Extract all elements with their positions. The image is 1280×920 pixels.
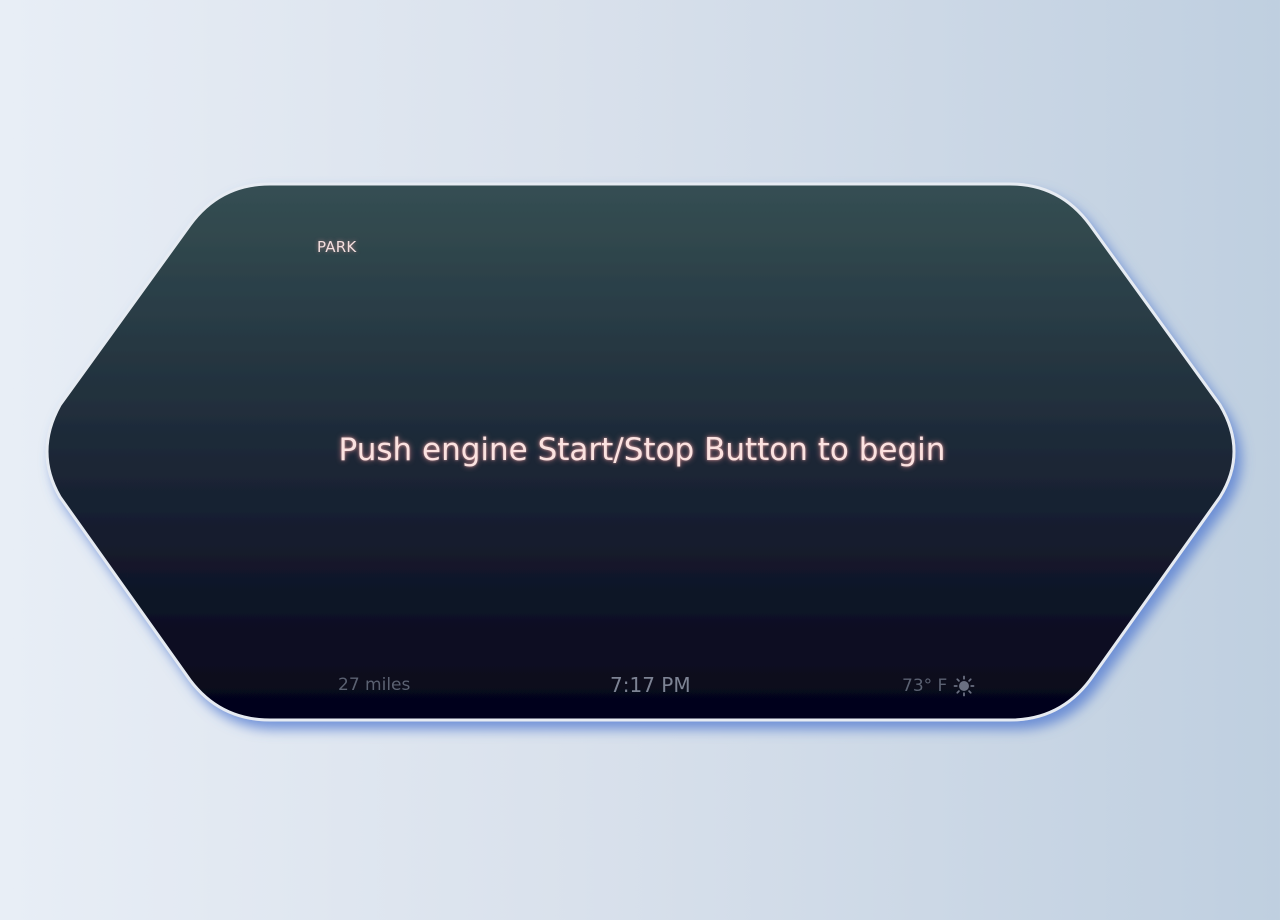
clock: 7:17 PM (610, 673, 691, 697)
sun-icon (953, 675, 975, 697)
start-prompt: Push engine Start/Stop Button to begin (338, 432, 946, 468)
gear-indicator: PARK (317, 238, 357, 256)
range-readout: 27 miles (338, 675, 411, 695)
temperature: 73° F (902, 676, 948, 696)
weather-readout: 73° F (902, 675, 975, 697)
instrument-cluster: PARK Push engine Start/Stop Button to be… (0, 0, 1280, 920)
